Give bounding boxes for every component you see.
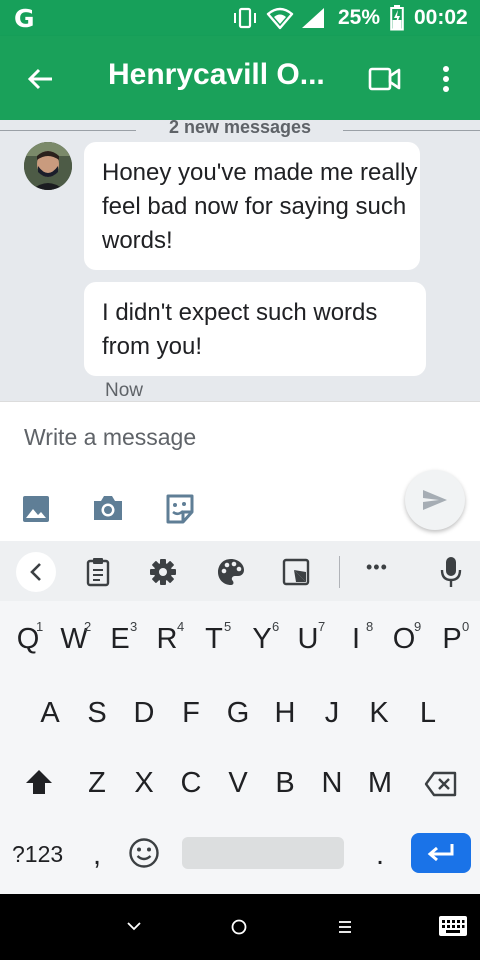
- key-a[interactable]: A: [26, 697, 74, 730]
- key-hint: 4: [177, 619, 185, 634]
- wifi-icon: [266, 7, 294, 30]
- new-messages-divider: 2 new messages: [0, 120, 480, 138]
- key-c[interactable]: C: [167, 767, 215, 800]
- keyboard-switch-icon[interactable]: [438, 914, 468, 938]
- message-input[interactable]: [24, 424, 384, 451]
- message-text: Honey you've made me really feel bad now…: [102, 159, 418, 254]
- key-p[interactable]: P0: [428, 619, 476, 667]
- emoji-icon[interactable]: [128, 837, 160, 869]
- more-vert-icon[interactable]: [438, 64, 454, 94]
- key-v[interactable]: V: [214, 767, 262, 800]
- video-call-icon[interactable]: [368, 66, 402, 92]
- new-messages-label: 2 new messages: [148, 120, 332, 137]
- message-bubble[interactable]: I didn't expect such words from you!: [84, 282, 426, 376]
- key-hint: 7: [318, 619, 326, 634]
- key-b[interactable]: B: [261, 767, 309, 800]
- key-g[interactable]: G: [214, 697, 262, 730]
- avatar[interactable]: [24, 142, 72, 190]
- key-w[interactable]: W2: [50, 619, 98, 667]
- key-d[interactable]: D: [120, 697, 168, 730]
- mic-icon[interactable]: [440, 556, 462, 588]
- symbols-key[interactable]: ?123: [12, 841, 63, 868]
- sticker-icon[interactable]: [164, 493, 196, 525]
- keyboard-toolbar: •••: [0, 541, 480, 601]
- settings-icon[interactable]: [149, 558, 177, 586]
- message-timestamp: Now: [105, 380, 144, 401]
- more-icon[interactable]: •••: [366, 557, 388, 578]
- key-k[interactable]: K: [355, 697, 403, 730]
- comma-key[interactable]: ,: [73, 839, 121, 872]
- key-u[interactable]: U7: [284, 619, 332, 667]
- navigation-bar: [0, 894, 480, 960]
- key-s[interactable]: S: [73, 697, 121, 730]
- shift-icon[interactable]: [24, 768, 54, 796]
- key-q[interactable]: Q1: [4, 619, 52, 667]
- clock: 00:02: [414, 6, 468, 29]
- key-hint: 5: [224, 619, 232, 634]
- conversation-area: 2 new messages Honey you've made me real…: [0, 120, 480, 401]
- key-o[interactable]: O9: [380, 619, 428, 667]
- key-hint: 0: [462, 619, 470, 634]
- backspace-icon[interactable]: [424, 771, 458, 797]
- keyboard: Q1 W2 E3 R4 T5 Y6 U7 I8 O9 P0 A S D F G …: [0, 601, 480, 894]
- conversation-title: Henrycavill O...: [108, 58, 325, 91]
- key-h[interactable]: H: [261, 697, 309, 730]
- key-label: Q: [16, 623, 40, 655]
- vibrate-icon: [234, 7, 256, 29]
- status-bar: G 25% 00:02: [0, 0, 480, 36]
- space-bar[interactable]: [182, 837, 344, 869]
- key-hint: 1: [36, 619, 44, 634]
- message-bubble[interactable]: Honey you've made me really feel bad now…: [84, 142, 420, 270]
- enter-key[interactable]: [411, 833, 471, 873]
- send-icon: [423, 490, 447, 510]
- key-j[interactable]: J: [308, 697, 356, 730]
- key-i[interactable]: I8: [332, 619, 380, 667]
- enter-icon: [427, 844, 454, 862]
- resize-icon[interactable]: [282, 558, 310, 586]
- palette-icon[interactable]: [216, 557, 246, 587]
- google-app-glyph: G: [14, 4, 35, 33]
- key-hint: 8: [366, 619, 374, 634]
- key-hint: 9: [414, 619, 422, 634]
- camera-icon[interactable]: [92, 494, 124, 522]
- key-r[interactable]: R4: [143, 619, 191, 667]
- message-text: I didn't expect such words from you!: [102, 299, 378, 360]
- chevron-left-icon: [30, 563, 41, 581]
- key-x[interactable]: X: [120, 767, 168, 800]
- composer: [0, 401, 480, 542]
- period-key[interactable]: .: [356, 839, 404, 872]
- toolbar-separator: [339, 556, 340, 588]
- key-hint: 6: [272, 619, 280, 634]
- key-z[interactable]: Z: [73, 767, 121, 800]
- nav-down-icon[interactable]: [126, 921, 142, 931]
- key-e[interactable]: E3: [96, 619, 144, 667]
- key-hint: 3: [130, 619, 138, 634]
- key-l[interactable]: L: [404, 697, 452, 730]
- key-m[interactable]: M: [356, 767, 404, 800]
- back-arrow-icon[interactable]: [26, 64, 56, 94]
- app-bar: Henrycavill O...: [0, 36, 480, 120]
- key-t[interactable]: T5: [190, 619, 238, 667]
- send-button[interactable]: [405, 470, 465, 530]
- keyboard-collapse-button[interactable]: [16, 552, 56, 592]
- key-hint: 2: [84, 619, 92, 634]
- menu-icon[interactable]: [337, 919, 353, 935]
- signal-icon: [302, 8, 324, 28]
- key-n[interactable]: N: [308, 767, 356, 800]
- gallery-icon[interactable]: [22, 495, 50, 523]
- clipboard-icon[interactable]: [86, 557, 110, 587]
- home-icon[interactable]: [230, 918, 248, 936]
- key-f[interactable]: F: [167, 697, 215, 730]
- battery-percent: 25%: [338, 6, 381, 29]
- key-y[interactable]: Y6: [238, 619, 286, 667]
- battery-icon: [390, 5, 404, 31]
